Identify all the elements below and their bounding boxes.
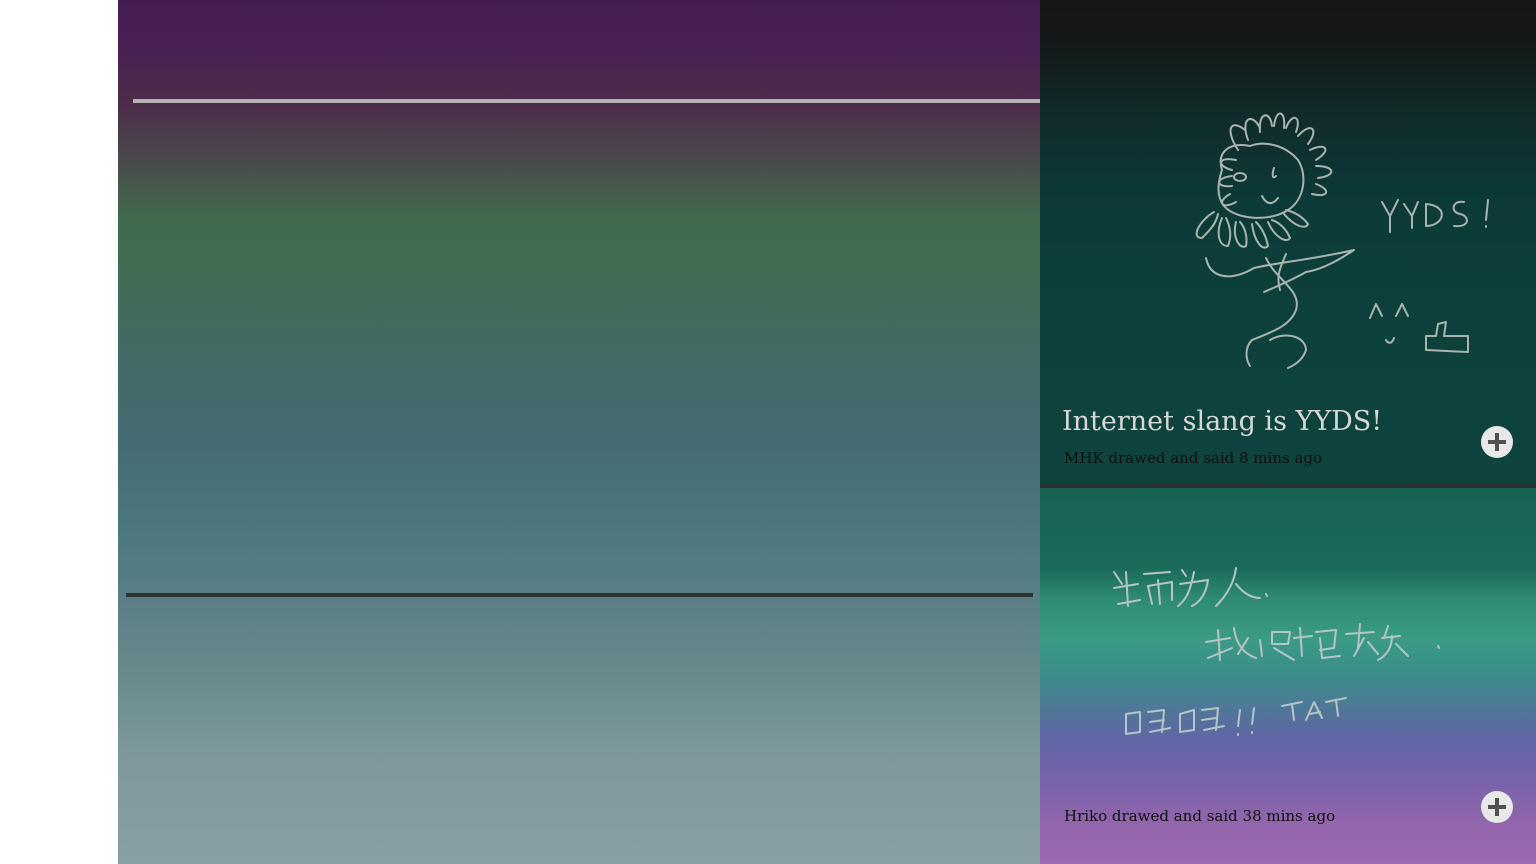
yyds-scribble	[1369, 199, 1489, 353]
plus-circle-icon[interactable]	[1481, 426, 1513, 458]
drawing-canvas[interactable]	[118, 0, 1040, 864]
handwritten-note	[1113, 567, 1440, 736]
plus-circle-icon[interactable]	[1481, 791, 1513, 823]
sunflower-sketch	[1195, 112, 1355, 369]
post-2-drawing	[1113, 567, 1440, 736]
canvas-top-rule	[133, 99, 1040, 103]
posts-sidebar: Internet slang is YYDS! MHK drawed and s…	[1040, 0, 1536, 864]
post-meta: MHK drawed and said 8 mins ago	[1064, 449, 1323, 467]
post-card-1[interactable]: Internet slang is YYDS! MHK drawed and s…	[1040, 0, 1536, 484]
canvas-bottom-rule	[126, 593, 1033, 597]
left-margin	[0, 0, 118, 864]
post-card-2[interactable]: Hriko drawed and said 38 mins ago	[1040, 488, 1536, 864]
post-title: Internet slang is YYDS!	[1062, 406, 1383, 437]
post-meta: Hriko drawed and said 38 mins ago	[1064, 807, 1336, 825]
post-1-drawing	[1195, 112, 1489, 369]
